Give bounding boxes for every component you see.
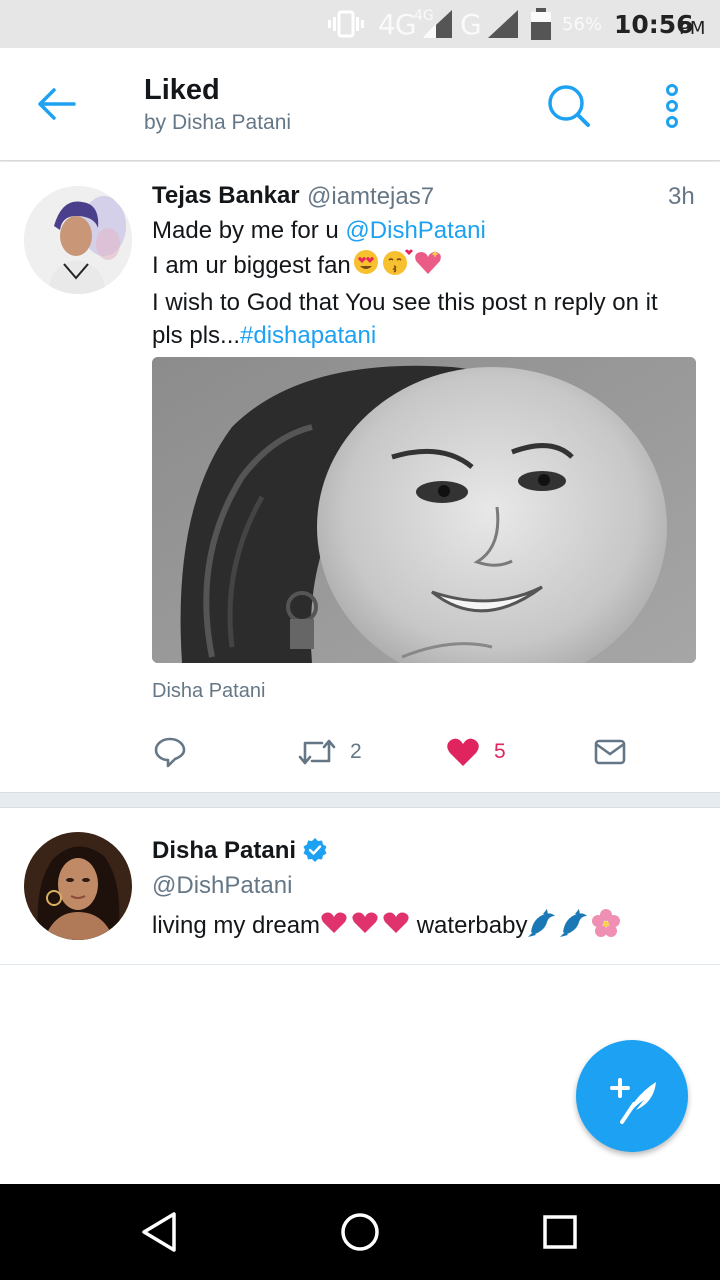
tweet-divider — [0, 792, 720, 808]
triangle-back-icon — [142, 1212, 176, 1252]
heart-emoji-icon — [351, 911, 379, 942]
tweet-text-line: pls pls...#dishapatani — [152, 319, 697, 352]
like-count: 5 — [494, 740, 506, 763]
tweet-text-fragment: Made by me for u — [152, 217, 346, 244]
app-header: Liked by Disha Patani — [0, 48, 720, 161]
retweet-button[interactable]: 2 — [298, 730, 362, 774]
tweet-text-fragment: pls pls... — [152, 322, 241, 349]
avatar[interactable] — [24, 832, 132, 940]
clock-ampm: PM — [679, 17, 706, 39]
tweet-actions: 2 5 — [0, 730, 720, 774]
retweet-icon — [298, 739, 336, 765]
author-handle: @iamtejas7 — [307, 183, 435, 210]
reply-button[interactable] — [154, 730, 186, 774]
direct-message-button[interactable] — [594, 730, 626, 774]
tweet-media-image[interactable] — [152, 357, 696, 663]
author-handle: @DishPatani — [152, 872, 293, 899]
more-vertical-icon — [666, 84, 678, 128]
tweet-card[interactable]: Disha Patani @DishPatani living my dream… — [0, 808, 720, 965]
sparkling-heart-emoji-icon — [413, 247, 443, 286]
hashtag-link[interactable]: #dishapatani — [240, 322, 376, 349]
tweet-card[interactable]: Tejas Bankar @iamtejas7 3h Made by me fo… — [0, 162, 720, 792]
dolphin-emoji-icon — [527, 908, 557, 945]
more-options-button[interactable] — [660, 82, 684, 130]
avatar[interactable] — [24, 186, 132, 294]
search-button[interactable] — [544, 82, 592, 130]
tweet-text-fragment: I am ur biggest fan — [152, 251, 351, 279]
status-bar: 4G 4G G 56% 10:56 PM — [0, 0, 720, 48]
tweet-text-line: I am ur biggest fan — [152, 247, 697, 286]
tweet-text-fragment: waterbaby — [416, 911, 528, 939]
reply-icon — [154, 737, 186, 768]
envelope-icon — [594, 739, 626, 765]
tweet-timestamp: 3h — [668, 183, 695, 210]
tweet-text-fragment: living my dream — [152, 911, 321, 939]
system-recents-button[interactable] — [536, 1208, 584, 1256]
heart-emoji-icon — [382, 911, 410, 942]
arrow-left-icon — [38, 88, 76, 120]
author-name[interactable]: Tejas Bankar — [152, 182, 300, 210]
system-back-button[interactable] — [136, 1208, 184, 1256]
page-subtitle: by Disha Patani — [144, 111, 292, 134]
vibrate-icon — [328, 0, 364, 48]
tweet-text-line: I wish to God that You see this post n r… — [152, 289, 658, 316]
media-tagged-user[interactable]: Disha Patani — [152, 680, 265, 703]
compose-feather-icon — [610, 1078, 656, 1124]
retweet-count: 2 — [350, 740, 362, 763]
signal-icon — [488, 0, 518, 48]
square-recents-icon — [543, 1215, 577, 1249]
page-title: Liked — [144, 74, 220, 106]
network-type-label: 4G — [378, 7, 417, 41]
heart-icon — [447, 738, 479, 766]
back-button[interactable] — [34, 86, 78, 122]
network-g-label: G — [460, 7, 482, 41]
system-home-button[interactable] — [336, 1208, 384, 1256]
mention-link[interactable]: @DishPatani — [345, 217, 485, 244]
dolphin-emoji-icon — [559, 908, 589, 945]
signal-icon — [422, 0, 452, 48]
tweet-text: living my dream waterbaby — [152, 908, 621, 945]
system-navigation-bar — [0, 1184, 720, 1280]
tweet-text-line: Made by me for u @DishPatani — [152, 214, 697, 247]
author-name[interactable]: Disha Patani — [152, 837, 296, 865]
like-button[interactable]: 5 — [446, 730, 506, 774]
tweet-text: Made by me for u @DishPatani I am ur big… — [152, 214, 697, 352]
compose-tweet-button[interactable] — [576, 1040, 688, 1152]
battery-icon — [530, 0, 552, 48]
cherry-blossom-emoji-icon — [591, 908, 621, 945]
heart-eyes-emoji-icon — [351, 247, 381, 286]
circle-home-icon — [341, 1213, 379, 1251]
verified-badge-icon — [302, 837, 328, 863]
search-icon — [548, 85, 590, 127]
battery-percent: 56% — [562, 13, 603, 35]
kissing-face-emoji-icon — [381, 247, 413, 286]
heart-emoji-icon — [320, 911, 348, 942]
